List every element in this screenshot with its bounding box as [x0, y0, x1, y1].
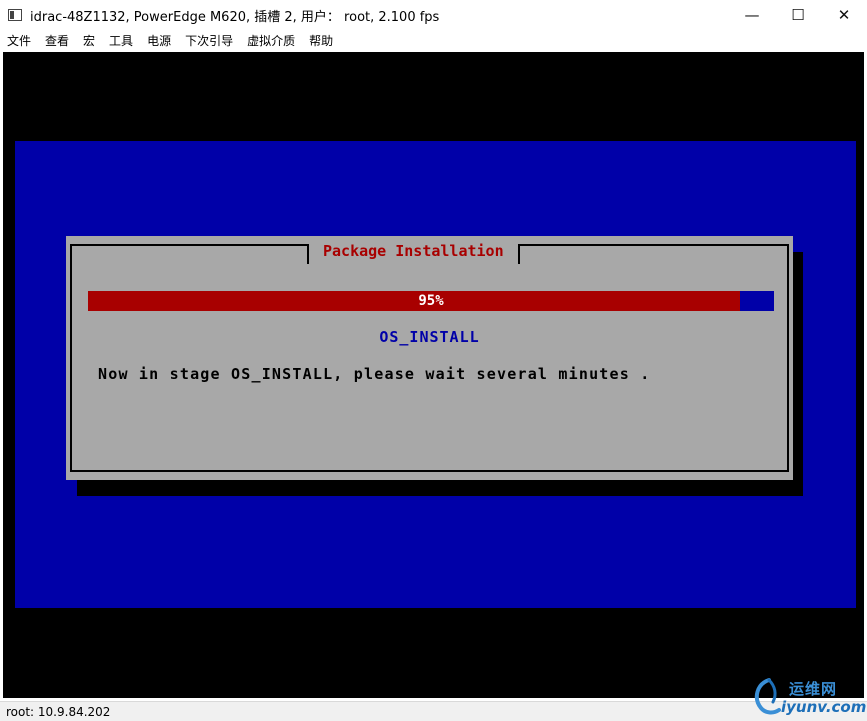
window-titlebar: idrac-48Z1132, PowerEdge M620, 插槽 2, 用户：… [0, 0, 867, 31]
status-bar: root: 10.9.84.202 [0, 701, 867, 721]
menu-macro[interactable]: 宏 [76, 32, 102, 49]
watermark-en: iyunv.com [781, 698, 867, 716]
menu-help[interactable]: 帮助 [302, 32, 340, 49]
status-message: Now in stage OS_INSTALL, please wait sev… [98, 365, 651, 383]
menu-file[interactable]: 文件 [0, 32, 38, 49]
menu-view[interactable]: 查看 [38, 32, 76, 49]
menu-bar: 文件 查看 宏 工具 电源 下次引导 虚拟介质 帮助 [0, 30, 867, 51]
dialog-title: Package Installation [307, 244, 520, 264]
app-icon [8, 9, 22, 21]
minimize-button[interactable]: — [729, 0, 775, 30]
menu-tools[interactable]: 工具 [102, 32, 140, 49]
progress-bar: 95% [88, 291, 774, 311]
close-icon: ✕ [837, 6, 851, 24]
maximize-icon: ☐ [791, 6, 805, 24]
menu-next-boot[interactable]: 下次引导 [178, 32, 240, 49]
minimize-icon: — [744, 6, 760, 24]
package-installation-dialog: Package Installation 95% OS_INSTALL Now … [66, 236, 793, 480]
menu-power[interactable]: 电源 [140, 32, 178, 49]
maximize-button[interactable]: ☐ [775, 0, 821, 30]
watermark-cn: 运维网 [789, 680, 838, 698]
menu-virtual-media[interactable]: 虚拟介质 [240, 32, 302, 49]
dialog-frame: Package Installation [70, 244, 789, 472]
stage-name: OS_INSTALL [379, 328, 480, 346]
watermark: 运维网 iyunv.com [751, 676, 866, 720]
window-controls: — ☐ ✕ [729, 0, 867, 30]
status-text: root: 10.9.84.202 [6, 704, 111, 719]
progress-label: 95% [418, 293, 444, 309]
close-button[interactable]: ✕ [821, 0, 867, 30]
window-title: idrac-48Z1132, PowerEdge M620, 插槽 2, 用户：… [30, 9, 440, 25]
remote-console-screen[interactable]: Package Installation 95% OS_INSTALL Now … [3, 52, 864, 698]
